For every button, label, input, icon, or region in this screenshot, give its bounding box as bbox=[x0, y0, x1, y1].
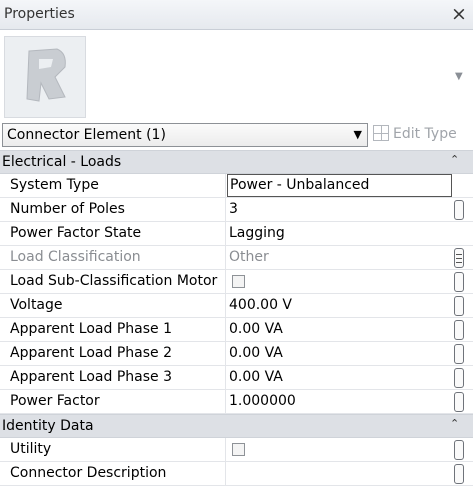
associate-parameter-button[interactable] bbox=[454, 296, 464, 316]
edit-type-icon bbox=[373, 125, 389, 141]
preview-dropdown-icon[interactable]: ▼ bbox=[455, 71, 463, 82]
associate-parameter-button[interactable] bbox=[454, 440, 464, 460]
property-row-load-sub-classification-motor[interactable]: Load Sub-Classification Motor bbox=[0, 270, 473, 294]
associate-parameter-button[interactable] bbox=[454, 464, 464, 484]
property-value bbox=[227, 438, 452, 462]
property-value[interactable]: 1.000000 bbox=[227, 390, 452, 414]
window-title: Properties bbox=[4, 6, 75, 22]
motor-checkbox[interactable] bbox=[232, 275, 245, 288]
property-name: Load Sub-Classification Motor bbox=[0, 270, 226, 294]
group-header-electrical-loads[interactable]: Electrical - Loads ⌃ bbox=[0, 150, 473, 174]
associate-parameter-button[interactable] bbox=[454, 200, 464, 220]
type-selector-dropdown[interactable]: Connector Element (1) ▼ bbox=[2, 123, 368, 147]
utility-checkbox[interactable] bbox=[232, 443, 245, 456]
close-icon[interactable]: × bbox=[449, 3, 469, 25]
property-row-voltage[interactable]: Voltage 400.00 V bbox=[0, 294, 473, 318]
property-name: Power Factor State bbox=[0, 222, 226, 246]
type-selector-bar: Connector Element (1) ▼ Edit Type bbox=[0, 122, 473, 148]
associate-parameter-button[interactable] bbox=[454, 344, 464, 364]
type-preview: ▼ bbox=[0, 31, 473, 120]
property-value: Other bbox=[229, 249, 269, 265]
property-name: Apparent Load Phase 2 bbox=[0, 342, 226, 366]
group-label: Electrical - Loads bbox=[2, 154, 122, 170]
property-value bbox=[227, 270, 452, 294]
property-name: System Type bbox=[0, 174, 226, 198]
property-value-input[interactable]: Power - Unbalanced bbox=[227, 174, 452, 197]
edit-type-label: Edit Type bbox=[393, 126, 457, 142]
property-row-power-factor-state[interactable]: Power Factor State Lagging bbox=[0, 222, 473, 246]
connector-element-icon bbox=[26, 48, 66, 102]
chevron-down-icon: ▼ bbox=[353, 128, 362, 141]
property-value[interactable]: 0.00 VA bbox=[227, 318, 452, 342]
edit-type-button[interactable]: Edit Type bbox=[373, 125, 457, 145]
property-value[interactable] bbox=[227, 462, 452, 486]
property-row-load-classification[interactable]: Load Classification Other bbox=[0, 246, 473, 270]
associate-parameter-button[interactable] bbox=[454, 272, 464, 292]
associate-parameter-button[interactable] bbox=[454, 248, 464, 268]
property-name: Connector Description bbox=[0, 462, 226, 486]
property-value[interactable]: 0.00 VA bbox=[227, 366, 452, 390]
properties-titlebar: Properties × bbox=[0, 0, 473, 30]
property-name: Power Factor bbox=[0, 390, 226, 414]
property-row-apparent-load-phase-1[interactable]: Apparent Load Phase 1 0.00 VA bbox=[0, 318, 473, 342]
property-name: Utility bbox=[0, 438, 226, 462]
property-value[interactable]: 3 bbox=[227, 198, 452, 222]
element-thumbnail bbox=[4, 36, 86, 118]
group-label: Identity Data bbox=[2, 418, 94, 434]
associate-parameter-button[interactable] bbox=[454, 392, 464, 412]
property-row-number-of-poles[interactable]: Number of Poles 3 bbox=[0, 198, 473, 222]
associate-parameter-button[interactable] bbox=[454, 368, 464, 388]
group-header-identity-data[interactable]: Identity Data ⌃ bbox=[0, 414, 473, 438]
type-selector-value: Connector Element (1) bbox=[7, 127, 166, 143]
property-row-utility[interactable]: Utility bbox=[0, 438, 473, 462]
property-row-apparent-load-phase-3[interactable]: Apparent Load Phase 3 0.00 VA bbox=[0, 366, 473, 390]
property-value[interactable]: 400.00 V bbox=[227, 294, 452, 318]
property-name: Number of Poles bbox=[0, 198, 226, 222]
property-row-power-factor[interactable]: Power Factor 1.000000 bbox=[0, 390, 473, 414]
property-value[interactable]: 0.00 VA bbox=[227, 342, 452, 366]
property-row-apparent-load-phase-2[interactable]: Apparent Load Phase 2 0.00 VA bbox=[0, 342, 473, 366]
associate-parameter-button[interactable] bbox=[454, 320, 464, 340]
property-row-system-type[interactable]: System Type Power - Unbalanced bbox=[0, 174, 473, 198]
property-name: Apparent Load Phase 3 bbox=[0, 366, 226, 390]
property-name: Load Classification bbox=[0, 246, 226, 270]
collapse-icon[interactable]: ⌃ bbox=[450, 153, 459, 166]
property-name: Voltage bbox=[0, 294, 226, 318]
property-row-connector-description[interactable]: Connector Description bbox=[0, 462, 473, 486]
properties-grid: Electrical - Loads ⌃ System Type Power -… bbox=[0, 150, 473, 490]
property-value[interactable]: Lagging bbox=[227, 222, 452, 246]
collapse-icon[interactable]: ⌃ bbox=[450, 417, 459, 430]
property-name: Apparent Load Phase 1 bbox=[0, 318, 226, 342]
